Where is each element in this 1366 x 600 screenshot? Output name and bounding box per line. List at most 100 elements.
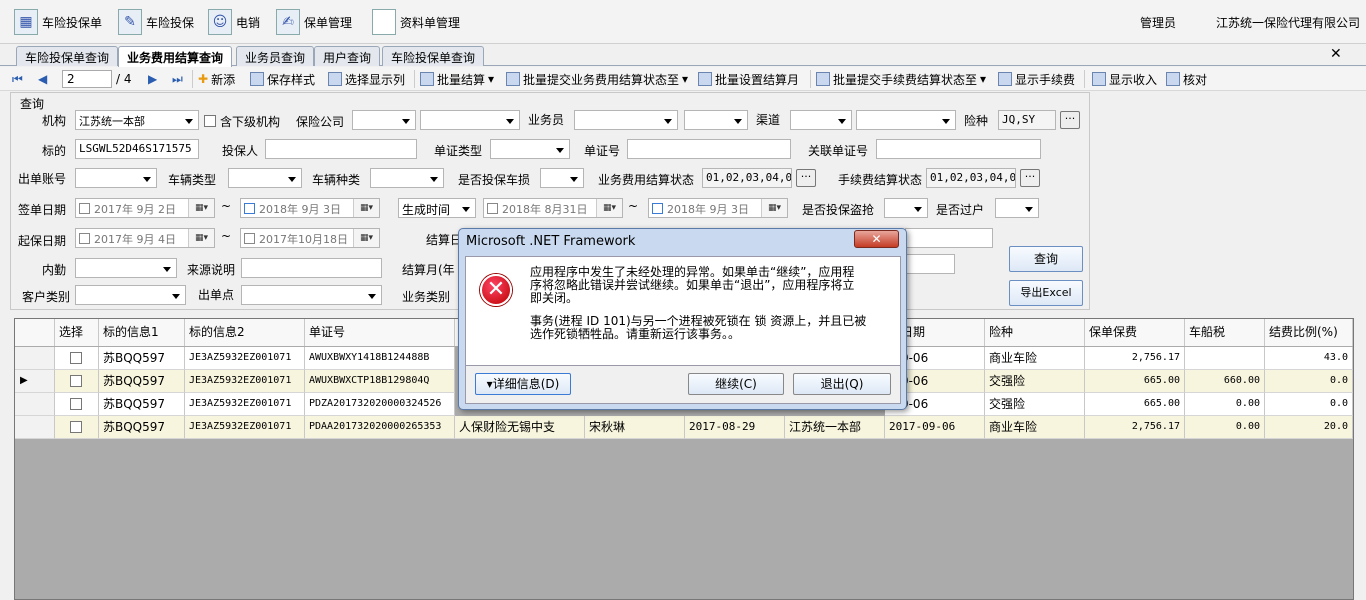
gen-time-to[interactable]: 2018年 9月 3日 ▦▾ bbox=[648, 198, 788, 218]
export-excel-button[interactable]: 导出Excel bbox=[1009, 280, 1083, 306]
settle-date-input[interactable] bbox=[905, 228, 993, 248]
col-select[interactable]: 选择 bbox=[55, 319, 99, 346]
calendar-dropdown-icon[interactable]: ▦▾ bbox=[188, 229, 214, 247]
sign-date-to-checkbox[interactable] bbox=[244, 203, 255, 214]
vehicle-insure-button[interactable]: ✎ 车险投保 bbox=[118, 6, 194, 38]
account-select[interactable] bbox=[75, 168, 157, 188]
dialog-close-button[interactable]: ✕ bbox=[854, 230, 899, 248]
applicant-input[interactable] bbox=[265, 139, 417, 159]
start-date-from[interactable]: 2017年 9月 4日 ▦▾ bbox=[75, 228, 215, 248]
channel-sub-select[interactable] bbox=[856, 110, 956, 130]
channel-select[interactable] bbox=[790, 110, 852, 130]
col-target-info-2[interactable]: 标的信息2 bbox=[185, 319, 305, 346]
insurer-branch-select[interactable] bbox=[420, 110, 520, 130]
sign-date-from[interactable]: 2017年 9月 2日 ▦▾ bbox=[75, 198, 215, 218]
batch-set-settle-month-button[interactable]: 批量设置结算月 bbox=[698, 70, 799, 88]
salesman-select[interactable] bbox=[574, 110, 678, 130]
row-header[interactable] bbox=[15, 416, 55, 439]
commission-status-picker-button[interactable]: ··· bbox=[1020, 169, 1040, 187]
internal-select[interactable] bbox=[75, 258, 177, 278]
fee-status-input[interactable]: 01,02,03,04,05 bbox=[702, 168, 792, 188]
document-management-button[interactable]: 资料单管理 bbox=[372, 6, 460, 38]
settle-month-input[interactable] bbox=[905, 254, 955, 274]
batch-submit-commission-status-button[interactable]: 批量提交手续费结算状态至 ▾ bbox=[816, 70, 986, 88]
row-checkbox[interactable] bbox=[70, 398, 82, 410]
col-risk[interactable]: 险种 bbox=[985, 319, 1085, 346]
query-button[interactable]: 查询 bbox=[1009, 246, 1083, 272]
col-premium[interactable]: 保单保费 bbox=[1085, 319, 1185, 346]
tab-fee-settlement-query[interactable]: 业务费用结算查询 bbox=[118, 46, 233, 67]
col-doc-no[interactable]: 单证号 bbox=[305, 319, 455, 346]
show-income-button[interactable]: 显示收入 bbox=[1092, 70, 1157, 88]
target-input[interactable]: LSGWL52D46S171575 bbox=[75, 139, 199, 159]
exit-button[interactable]: 退出(Q) bbox=[793, 373, 891, 395]
tab-vehicle-quote-query[interactable]: 车险投保单查询 bbox=[16, 46, 119, 66]
calendar-dropdown-icon[interactable]: ▦▾ bbox=[761, 199, 787, 217]
page-number-input[interactable]: 2 bbox=[62, 70, 112, 88]
doc-type-select[interactable] bbox=[490, 139, 570, 159]
risk-input[interactable]: JQ,SY bbox=[998, 110, 1056, 130]
theft-select[interactable] bbox=[884, 198, 928, 218]
gen-time-from[interactable]: 2018年 8月31日 ▦▾ bbox=[483, 198, 623, 218]
start-date-to[interactable]: 2017年10月18日 ▦▾ bbox=[240, 228, 380, 248]
calendar-dropdown-icon[interactable]: ▦▾ bbox=[188, 199, 214, 217]
gen-time-from-checkbox[interactable] bbox=[487, 203, 498, 214]
batch-settle-button[interactable]: 批量结算 ▾ bbox=[420, 70, 494, 88]
col-target-info-1[interactable]: 标的信息1 bbox=[99, 319, 185, 346]
row-checkbox[interactable] bbox=[70, 375, 82, 387]
row-header[interactable] bbox=[15, 393, 55, 416]
calendar-dropdown-icon[interactable]: ▦▾ bbox=[353, 199, 379, 217]
calendar-dropdown-icon[interactable]: ▦▾ bbox=[353, 229, 379, 247]
add-new-button[interactable]: ✚ 新添 bbox=[198, 70, 235, 88]
insurer-select[interactable] bbox=[352, 110, 416, 130]
verify-button[interactable]: 核对 bbox=[1166, 70, 1207, 88]
close-tab-icon[interactable]: ✕ bbox=[1330, 46, 1342, 62]
vehicle-quote-button[interactable]: ▦ 车险投保单 bbox=[14, 6, 102, 38]
sign-date-from-checkbox[interactable] bbox=[79, 203, 90, 214]
vehicle-kind-select[interactable] bbox=[370, 168, 444, 188]
tab-salesman-query[interactable]: 业务员查询 bbox=[236, 46, 315, 66]
transfer-select[interactable] bbox=[995, 198, 1039, 218]
current-user: 管理员 bbox=[1140, 16, 1177, 30]
prev-page-icon[interactable]: ◀ bbox=[38, 70, 47, 88]
details-button[interactable]: ▾详细信息(D) bbox=[475, 373, 571, 395]
tab-vehicle-quote-query-2[interactable]: 车险投保单查询 bbox=[382, 46, 485, 66]
start-date-to-checkbox[interactable] bbox=[244, 233, 255, 244]
calendar-dropdown-icon[interactable]: ▦▾ bbox=[596, 199, 622, 217]
col-fee-ratio[interactable]: 结费比例(%) bbox=[1265, 319, 1353, 346]
current-row-indicator-icon[interactable]: ▶ bbox=[15, 370, 55, 393]
commission-status-input[interactable]: 01,02,03,04,05 bbox=[926, 168, 1016, 188]
last-page-icon[interactable]: ⏭ bbox=[172, 70, 183, 88]
include-sub-org-checkbox[interactable] bbox=[204, 115, 216, 127]
sign-date-to[interactable]: 2018年 9月 3日 ▦▾ bbox=[240, 198, 380, 218]
doc-no-input[interactable] bbox=[627, 139, 791, 159]
issue-point-select[interactable] bbox=[241, 285, 382, 305]
row-checkbox[interactable] bbox=[70, 352, 82, 364]
tab-user-query[interactable]: 用户查询 bbox=[314, 46, 381, 66]
table-row[interactable]: 苏BQQ597 JE3AZ5932EZ001071 PDAA2017320200… bbox=[15, 416, 1353, 439]
batch-submit-fee-status-button[interactable]: 批量提交业务费用结算状态至 ▾ bbox=[506, 70, 688, 88]
customer-type-select[interactable] bbox=[75, 285, 186, 305]
row-checkbox[interactable] bbox=[70, 421, 82, 433]
source-input[interactable] bbox=[241, 258, 382, 278]
row-header[interactable] bbox=[15, 347, 55, 370]
risk-picker-button[interactable]: ··· bbox=[1060, 111, 1080, 129]
col-vehicle-tax[interactable]: 车船税 bbox=[1185, 319, 1265, 346]
next-page-icon[interactable]: ▶ bbox=[148, 70, 157, 88]
select-columns-button[interactable]: 选择显示列 bbox=[328, 70, 405, 88]
vehicle-loss-select[interactable] bbox=[540, 168, 584, 188]
vehicle-type-select[interactable] bbox=[228, 168, 302, 188]
first-page-icon[interactable]: ⏮ bbox=[12, 70, 23, 88]
salesman-sub-select[interactable] bbox=[684, 110, 748, 130]
fee-status-picker-button[interactable]: ··· bbox=[796, 169, 816, 187]
telemarketing-button[interactable]: ☺ 电销 bbox=[208, 6, 260, 38]
time-type-select[interactable]: 生成时间 bbox=[398, 198, 476, 218]
related-doc-input[interactable] bbox=[876, 139, 1041, 159]
show-commission-button[interactable]: 显示手续费 bbox=[998, 70, 1075, 88]
continue-button[interactable]: 继续(C) bbox=[688, 373, 784, 395]
start-date-from-checkbox[interactable] bbox=[79, 233, 90, 244]
gen-time-to-checkbox[interactable] bbox=[652, 203, 663, 214]
org-select[interactable]: 江苏统一本部 bbox=[75, 110, 199, 130]
policy-management-button[interactable]: ✍ 保单管理 bbox=[276, 6, 352, 38]
save-style-button[interactable]: 保存样式 bbox=[250, 70, 315, 88]
